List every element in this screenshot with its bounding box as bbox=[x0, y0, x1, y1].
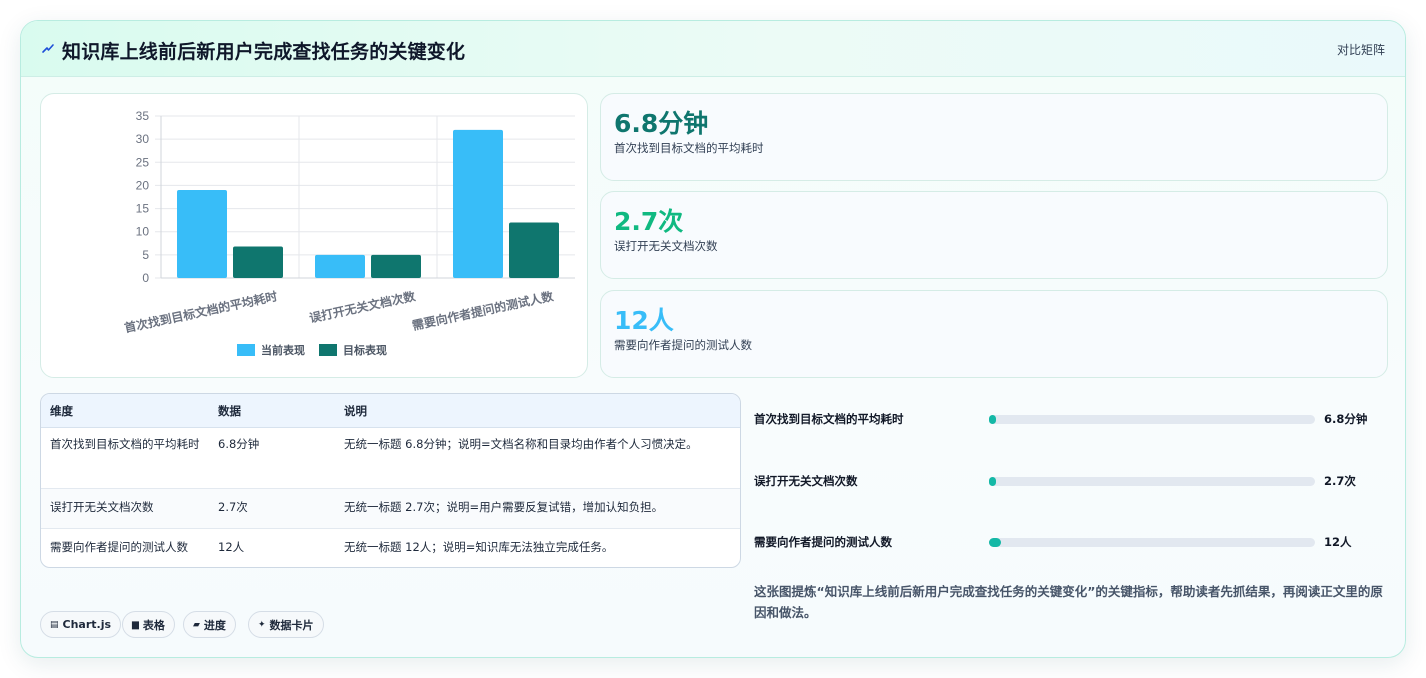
legend-swatch bbox=[237, 344, 255, 356]
progress-track bbox=[989, 477, 1315, 486]
summary-note: 这张图提炼“知识库上线前后新用户完成查找任务的关键变化”的关键指标，帮助读者先抓… bbox=[754, 584, 1383, 620]
table-icon: ▆ bbox=[132, 619, 139, 630]
stat-card-avg-time: 6.8分钟 首次找到目标文档的平均耗时 bbox=[600, 93, 1388, 181]
x-tick-label: 需要向作者提问的测试人数 bbox=[411, 288, 556, 333]
table-cell: 需要向作者提问的测试人数 bbox=[50, 540, 188, 554]
table-header: 维度 数据 说明 bbox=[41, 394, 740, 428]
x-tick-label: 误打开无关文档次数 bbox=[308, 288, 418, 325]
card-header: 知识库上线前后新用户完成查找任务的关键变化 对比矩阵 bbox=[21, 21, 1405, 77]
column-header: 数据 bbox=[218, 404, 241, 418]
progress-value: 6.8分钟 bbox=[1324, 412, 1368, 426]
data-table: 维度 数据 说明 首次找到目标文档的平均耗时 6.8分钟 无统一标题 6.8分钟… bbox=[40, 393, 741, 568]
chip-label: 表格 bbox=[142, 618, 165, 632]
bar-target bbox=[509, 222, 559, 278]
chip-label: Chart.js bbox=[62, 618, 112, 631]
page-title: 知识库上线前后新用户完成查找任务的关键变化 bbox=[62, 41, 466, 63]
stat-label: 首次找到目标文档的平均耗时 bbox=[614, 141, 764, 155]
stat-card-wrong-opens: 2.7次 误打开无关文档次数 bbox=[600, 191, 1388, 279]
y-tick-label: 20 bbox=[136, 178, 150, 192]
table-row: 误打开无关文档次数 2.7次 无统一标题 2.7次；说明=用户需要反复试错，增加… bbox=[41, 489, 740, 529]
table-cell: 首次找到目标文档的平均耗时 bbox=[50, 437, 200, 451]
progress-label: 首次找到目标文档的平均耗时 bbox=[754, 412, 904, 426]
y-tick-label: 30 bbox=[136, 132, 150, 146]
bar-chart-panel: 0 5 10 15 20 25 30 35 首次找到目标文档的平均耗时 误打开无关文档次数 需要向作… bbox=[40, 93, 588, 378]
y-tick-label: 15 bbox=[136, 202, 150, 216]
y-tick-label: 0 bbox=[142, 271, 149, 285]
progress-label: 误打开无关文档次数 bbox=[754, 474, 858, 488]
table-cell: 误打开无关文档次数 bbox=[50, 500, 154, 514]
table-cell: 12人 bbox=[218, 540, 245, 554]
stat-value: 2.7次 bbox=[614, 207, 684, 236]
table-cell: 无统一标题 12人；说明=知识库无法独立完成任务。 bbox=[344, 540, 614, 554]
legend-swatch bbox=[319, 344, 337, 356]
chip-data-cards[interactable]: ✦ 数据卡片 bbox=[248, 611, 324, 638]
y-tick-label: 5 bbox=[142, 248, 149, 262]
x-tick-label: 首次找到目标文档的平均耗时 bbox=[123, 288, 279, 335]
bar-target bbox=[371, 254, 421, 278]
chip-progress[interactable]: ▰ 进度 bbox=[183, 611, 236, 638]
table-cell: 无统一标题 2.7次；说明=用户需要反复试错，增加认知负担。 bbox=[344, 500, 664, 514]
progress-value: 2.7次 bbox=[1324, 474, 1356, 488]
bar-current bbox=[315, 254, 365, 278]
chip-label: 数据卡片 bbox=[269, 618, 314, 632]
legend-label: 当前表现 bbox=[261, 343, 305, 357]
table-row: 首次找到目标文档的平均耗时 6.8分钟 无统一标题 6.8分钟；说明=文档名称和… bbox=[41, 428, 740, 489]
progress-track bbox=[989, 415, 1315, 424]
column-header: 维度 bbox=[50, 404, 73, 418]
lightning-icon bbox=[42, 44, 54, 53]
chip-label: 进度 bbox=[203, 618, 226, 632]
bar-current bbox=[177, 190, 227, 278]
y-tick-label: 10 bbox=[136, 225, 150, 239]
bar-current bbox=[453, 129, 503, 278]
progress-label: 需要向作者提问的测试人数 bbox=[754, 535, 892, 549]
bar-chart: 0 5 10 15 20 25 30 35 首次找到目标文档的平均耗时 误打开无关文档次数需要向作… bbox=[123, 109, 575, 357]
bar-target bbox=[233, 246, 283, 278]
progress-fill bbox=[989, 538, 1002, 547]
stat-card-asked-author: 12人 需要向作者提问的测试人数 bbox=[600, 290, 1388, 378]
legend-label: 目标表现 bbox=[343, 343, 387, 357]
progress-value: 12人 bbox=[1324, 535, 1352, 549]
progress-icon: ▰ bbox=[193, 619, 200, 630]
table-cell: 2.7次 bbox=[218, 500, 248, 514]
stat-label: 误打开无关文档次数 bbox=[614, 239, 718, 253]
chip-chartjs[interactable]: ▤ Chart.js bbox=[40, 611, 122, 638]
table-row: 需要向作者提问的测试人数 12人 无统一标题 12人；说明=知识库无法独立完成任… bbox=[41, 529, 740, 567]
stat-label: 需要向作者提问的测试人数 bbox=[614, 338, 752, 352]
chart-icon: ▤ bbox=[50, 619, 59, 630]
view-mode-label[interactable]: 对比矩阵 bbox=[1337, 41, 1385, 58]
main-card: 知识库上线前后新用户完成查找任务的关键变化 对比矩阵 0 5 10 15 20 25 30 3… bbox=[20, 20, 1406, 658]
table-cell: 无统一标题 6.8分钟；说明=文档名称和目录均由作者个人习惯决定。 bbox=[344, 437, 698, 451]
chip-table[interactable]: ▆ 表格 bbox=[122, 611, 175, 638]
progress-track bbox=[989, 538, 1315, 547]
column-header: 说明 bbox=[344, 404, 367, 418]
sparkle-icon: ✦ bbox=[258, 619, 266, 630]
stat-value: 6.8分钟 bbox=[614, 109, 709, 138]
table-cell: 6.8分钟 bbox=[218, 437, 260, 451]
progress-fill bbox=[989, 477, 996, 486]
y-tick-label: 35 bbox=[136, 109, 150, 123]
progress-fill bbox=[989, 415, 996, 424]
stat-value: 12人 bbox=[614, 306, 674, 335]
y-tick-label: 25 bbox=[136, 155, 150, 169]
